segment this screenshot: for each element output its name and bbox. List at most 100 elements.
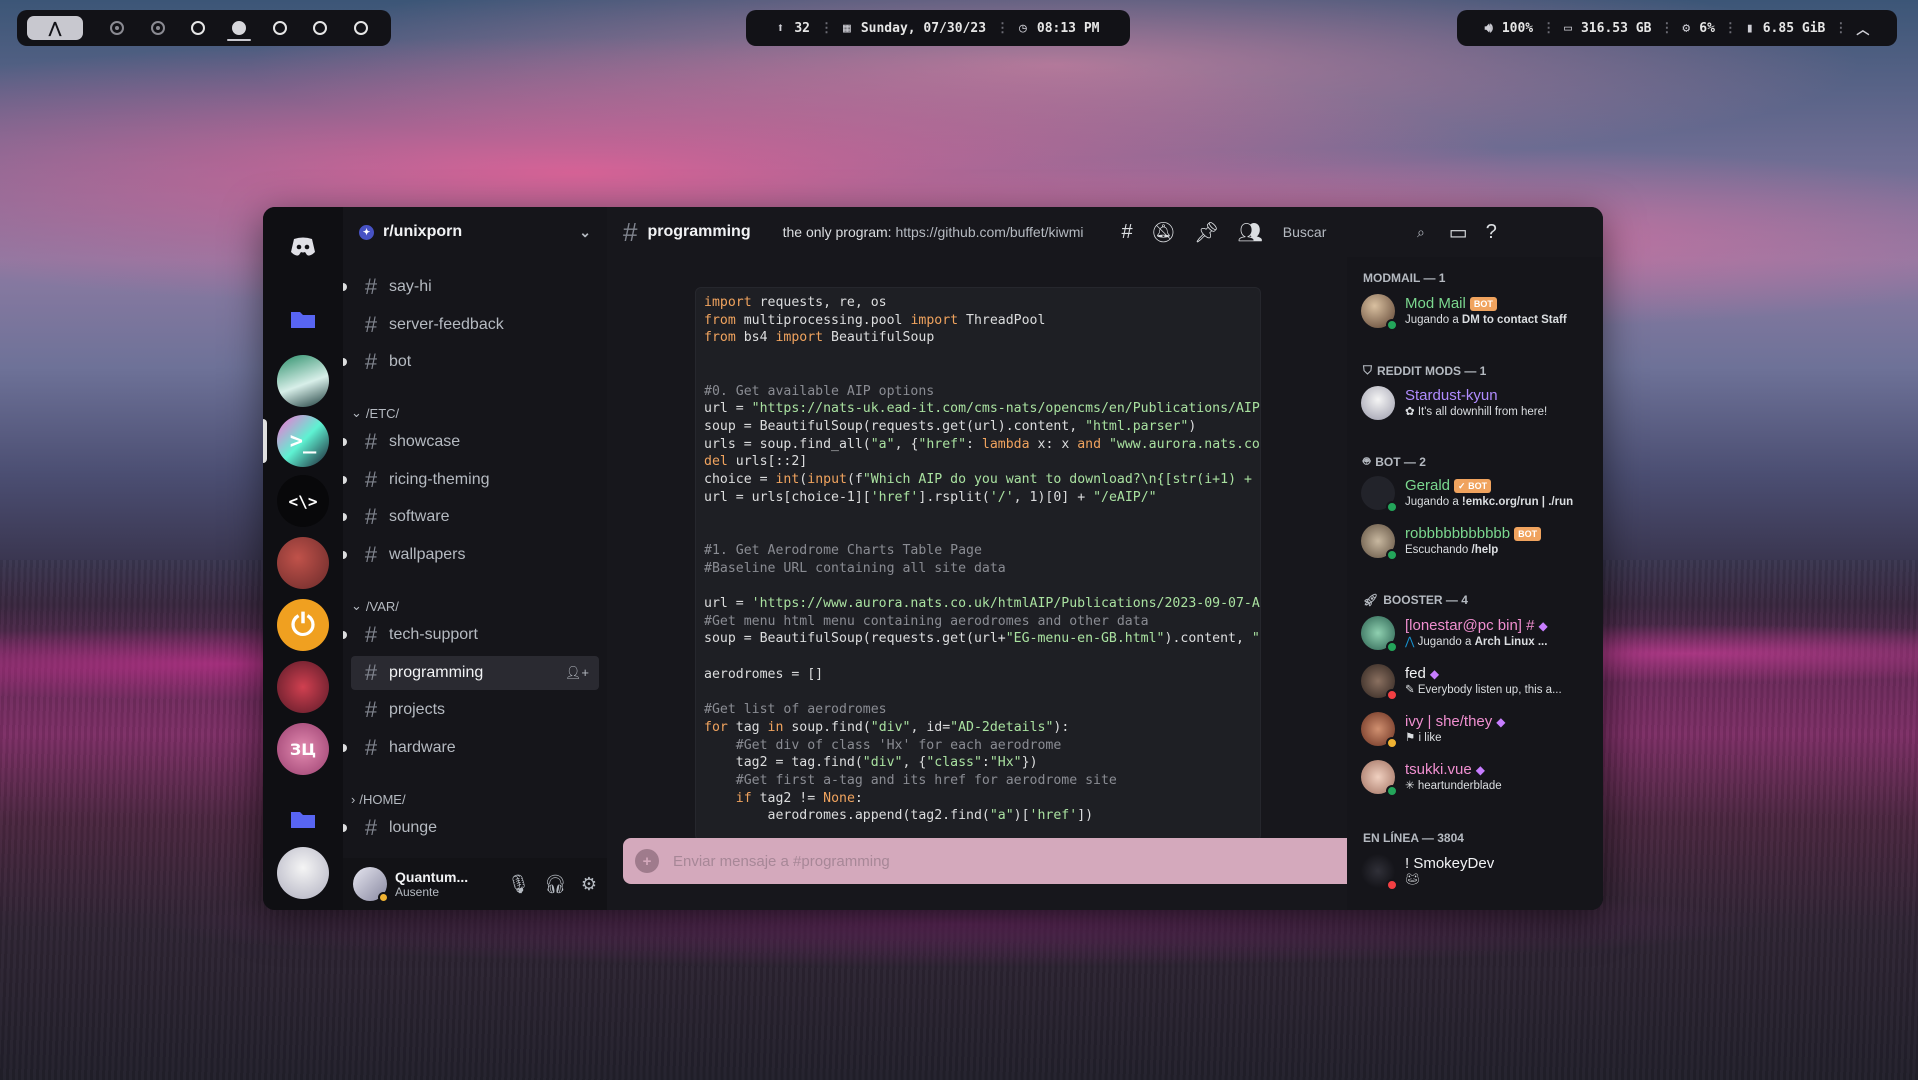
workspace-4-active[interactable] (219, 16, 260, 41)
clock-bar: ⬆ 32 ⋮ ▦ Sunday, 07/30/23 ⋮ ◷ 08:13 PM (746, 10, 1130, 46)
server-icon-1[interactable] (277, 355, 329, 407)
time-text: 08:13 PM (1036, 20, 1100, 36)
channel-tech-support[interactable]: # tech-support (343, 618, 599, 652)
channel-topic: the only program: https://github.com/buf… (782, 224, 1084, 240)
member-lonestar[interactable]: [lonestar@pc bin] # ◆ ⋀ Jugando a Arch Li… (1361, 611, 1593, 655)
mic-muted-icon[interactable]: 🎙︎ (507, 874, 530, 895)
hash-icon: # (364, 660, 378, 685)
folder-icon-2[interactable] (277, 793, 329, 845)
help-icon[interactable]: ? (1486, 221, 1497, 244)
hash-icon: # (364, 815, 378, 840)
member-ivy[interactable]: ivy | she/they ◆ ⚑ i like (1361, 707, 1593, 751)
bot-tag: BOT (1469, 297, 1497, 311)
member-tsukki[interactable]: tsukki.vue ◆ ✳ heartunderblade (1361, 755, 1593, 799)
member-smokeydev[interactable]: ! SmokeyDev 🐸︎ (1361, 849, 1593, 893)
member-list-icon[interactable]: 👥︎ (1237, 220, 1262, 245)
member-mod-mail[interactable]: Mod Mail BOT Jugando a DM to contact Staf… (1361, 289, 1593, 333)
channel-ricing-theming[interactable]: # ricing-theming (343, 463, 599, 497)
workspace-7[interactable] (340, 16, 381, 40)
chat-area: # programming the only program: https://… (607, 207, 1603, 910)
chevron-right-icon: › (351, 791, 356, 807)
threads-icon[interactable]: # (1122, 221, 1133, 244)
workspace-5[interactable] (259, 16, 300, 40)
avatar (1361, 294, 1398, 331)
server-icon-unixporn-terminal[interactable]: >_ (277, 415, 329, 467)
power-icon[interactable]: ⏻ (277, 599, 329, 651)
server-name: r/unixporn (383, 223, 463, 240)
member-robbbbbbbbbbb[interactable]: robbbbbbbbbbb BOT Escuchando /help (1361, 519, 1593, 563)
channel-wallpapers[interactable]: # wallpapers (343, 538, 599, 572)
channel-software[interactable]: # software (343, 500, 599, 534)
channel-lounge[interactable]: # lounge (343, 811, 599, 845)
avatar (1361, 476, 1398, 513)
volume-text: 100% (1501, 20, 1534, 36)
sparkle-icon: ✳ (1405, 780, 1415, 792)
workspace-2[interactable] (138, 16, 179, 40)
hash-icon: # (364, 622, 378, 647)
search-input[interactable]: Buscar ⌕ (1281, 219, 1431, 245)
arch-logo-icon[interactable]: ⋀ (27, 16, 84, 40)
server-header[interactable]: ✦ r/unixporn ⌄ (343, 207, 607, 257)
channel-showcase[interactable]: # showcase (343, 425, 599, 459)
category-etc[interactable]: ⌄/ETC/ (351, 403, 399, 423)
channel-programming[interactable]: # programming 👤︎+ (351, 656, 599, 690)
member-gerald[interactable]: Gerald ✓ BOT Jugando a !emkc.org/run | ./… (1361, 471, 1593, 515)
channel-say-hi[interactable]: # say-hi (343, 270, 599, 304)
code-block: import requests, re, os from multiproces… (695, 287, 1261, 841)
add-attachment-icon[interactable]: + (635, 849, 659, 873)
boost-icon: ◆ (1496, 715, 1506, 729)
folder-icon[interactable] (277, 293, 329, 345)
avatar (1361, 712, 1398, 749)
notifications-muted-icon[interactable]: 🔕︎ (1151, 220, 1176, 245)
system-bar: 🔊︎ 100% ⋮ ▭ 316.53 GB ⋮ ⚙ 6% ⋮ ▮ 6.85 Gi… (1457, 10, 1897, 46)
hash-icon: # (364, 697, 378, 722)
channel-sidebar: ✦ r/unixporn ⌄ # say-hi # server-feedback … (343, 207, 607, 910)
channel-projects[interactable]: # projects (351, 693, 599, 727)
server-icon-6[interactable] (277, 661, 329, 713)
volume-icon[interactable]: 🔊︎ (1485, 21, 1493, 36)
cpu-icon: ⚙ (1682, 20, 1691, 36)
avatar (1361, 664, 1398, 701)
category-var[interactable]: ⌄/VAR/ (351, 596, 399, 616)
channel-title: programming (647, 223, 751, 240)
chevron-down-icon[interactable]: ⌄ (579, 224, 591, 241)
boost-icon: ◆ (1538, 619, 1548, 633)
message-input[interactable] (673, 852, 1430, 870)
flag-icon: ⚑ (1405, 732, 1416, 744)
cpu-text: 6% (1699, 20, 1715, 36)
channel-hardware[interactable]: # hardware (343, 731, 599, 765)
inbox-icon[interactable]: ▭ (1449, 220, 1468, 245)
pin-icon[interactable]: 📌︎ (1194, 220, 1219, 245)
boost-icon: ◆ (1429, 667, 1440, 681)
discord-home-icon[interactable] (277, 221, 329, 273)
chevron-up-icon[interactable]: ︿ (1856, 19, 1869, 38)
disk-icon: ▭ (1564, 20, 1572, 36)
discord-window: >_ <\> ⏻ ЗЦ ✦ r/unixporn ⌄ # say-hi # serv… (263, 207, 1603, 910)
arrow-up-icon: ⬆ (776, 20, 785, 36)
arch-logo-icon: ⋀ (1405, 636, 1415, 648)
member-group-header: 🚀︎ BOOSTER — 4 (1363, 593, 1468, 607)
settings-gear-icon[interactable]: ⚙ (581, 874, 597, 895)
server-icon-4[interactable] (277, 537, 329, 589)
member-group-header: 🤖︎ BOT — 2 (1363, 454, 1426, 469)
server-icon-code[interactable]: <\> (277, 475, 329, 527)
topic-link[interactable]: https://github.com/buffet/kiwmi (895, 224, 1083, 240)
hash-icon: # (364, 467, 378, 492)
member-stardust-kyun[interactable]: Stardust-kyun ✿ It's all downhill from h… (1361, 381, 1593, 425)
code-text: import requests, re, os from multiproces… (704, 295, 1261, 824)
server-icon-7[interactable]: ЗЦ (277, 723, 329, 775)
hash-icon: # (623, 216, 638, 247)
user-panel: Quantum... Ausente 🎙︎ 🎧︎ ⚙ (343, 858, 607, 910)
category-home[interactable]: ›/HOME/ (351, 789, 406, 809)
server-icon-8[interactable] (277, 847, 329, 899)
add-user-icon[interactable]: 👤︎+ (565, 665, 589, 681)
channel-server-feedback[interactable]: # server-feedback (351, 308, 599, 342)
avatar[interactable] (353, 867, 389, 903)
workspace-6[interactable] (300, 16, 341, 40)
member-fed[interactable]: fed ◆ ✎ Everybody listen up, this a... (1361, 659, 1593, 703)
workspace-1[interactable] (97, 16, 138, 40)
headphones-icon[interactable]: 🎧︎ (544, 874, 567, 895)
workspace-3[interactable] (178, 16, 219, 40)
channel-bot[interactable]: # bot (343, 345, 599, 379)
avatar (1361, 524, 1398, 561)
